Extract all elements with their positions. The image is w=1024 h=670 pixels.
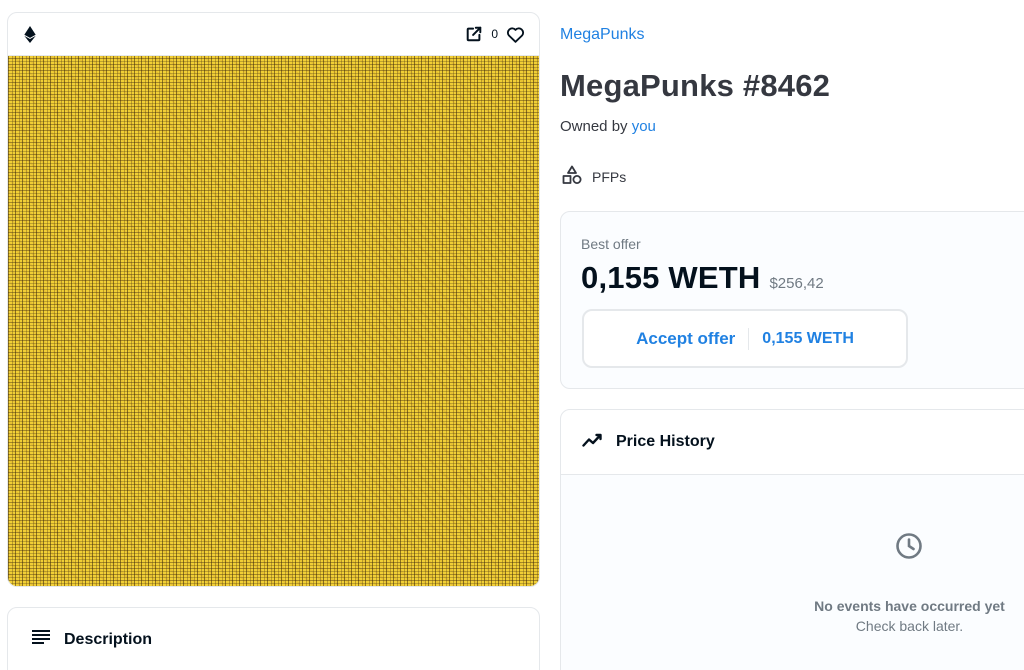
collection-link[interactable]: MegaPunks xyxy=(560,26,645,44)
empty-state-subtitle: Check back later. xyxy=(855,618,964,634)
empty-state-title: No events have occurred yet xyxy=(814,598,1005,614)
ethereum-icon xyxy=(24,25,36,43)
description-header[interactable]: Description xyxy=(8,608,539,649)
shapes-icon xyxy=(562,165,582,188)
item-title: MegaPunks #8462 xyxy=(560,68,831,103)
category-label: PFPs xyxy=(592,168,627,185)
description-card: Description xyxy=(7,607,540,670)
media-card: 0 xyxy=(7,12,540,587)
category-tag[interactable]: PFPs xyxy=(562,165,626,188)
accept-offer-label: Accept offer xyxy=(636,328,736,348)
heart-icon[interactable] xyxy=(506,26,525,43)
price-history-title: Price History xyxy=(616,433,715,450)
best-offer-card: Best offer 0,155 WETH $256,42 Accept off… xyxy=(560,211,1024,389)
nft-artwork-image[interactable] xyxy=(8,56,539,586)
owner-line: Owned by you xyxy=(560,118,656,135)
accept-offer-amount: 0,155 WETH xyxy=(762,329,854,347)
best-offer-value: 0,155 WETH xyxy=(581,260,761,295)
trend-icon xyxy=(582,432,604,453)
media-header: 0 xyxy=(8,13,539,56)
clock-icon xyxy=(895,532,923,565)
owned-by-label: Owned by xyxy=(560,118,628,135)
best-offer-fiat: $256,42 xyxy=(769,275,824,292)
media-actions: 0 xyxy=(465,25,525,43)
price-history-card: Price History No events have occurred ye… xyxy=(560,409,1024,670)
price-history-empty-state: No events have occurred yet Check back l… xyxy=(561,475,1024,670)
nft-item-page: 0 Description MegaPunks MegaPunks #8462 … xyxy=(0,0,1024,670)
owner-link[interactable]: you xyxy=(632,118,656,135)
best-offer-label: Best offer xyxy=(581,236,641,252)
description-title: Description xyxy=(64,630,153,648)
external-link-icon[interactable] xyxy=(465,25,483,43)
list-icon xyxy=(32,630,50,649)
accept-offer-button[interactable]: Accept offer 0,155 WETH xyxy=(582,309,908,368)
favorite-count: 0 xyxy=(491,27,498,41)
price-history-header[interactable]: Price History xyxy=(561,410,1024,475)
best-offer-amount: 0,155 WETH $256,42 xyxy=(581,260,824,296)
